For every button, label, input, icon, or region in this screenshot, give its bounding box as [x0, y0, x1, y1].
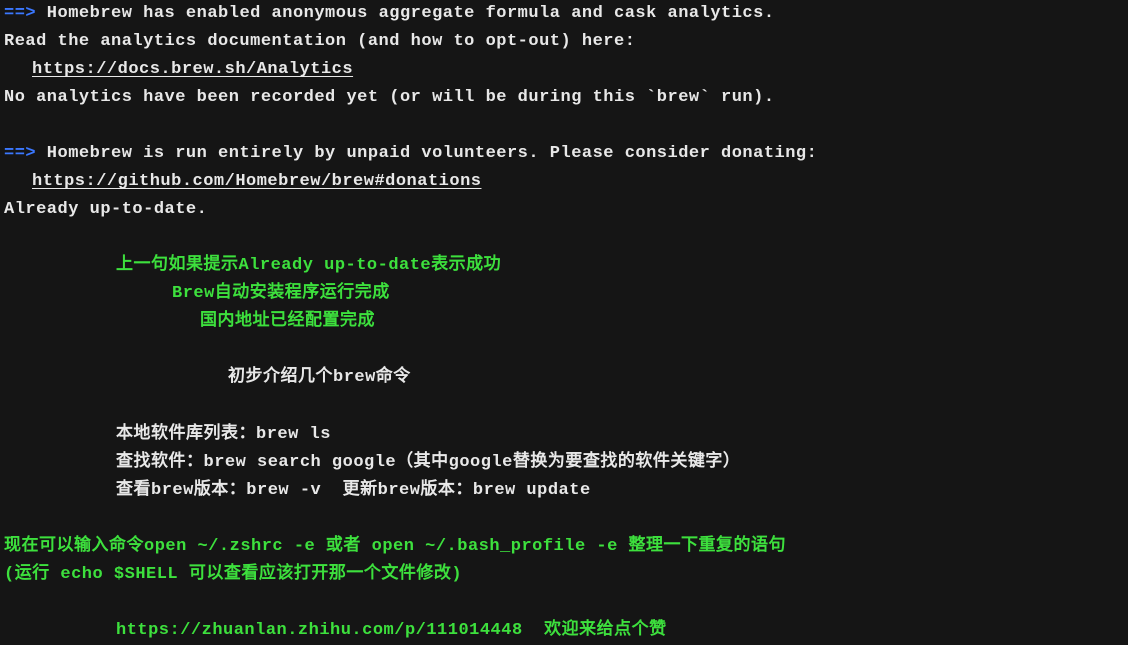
install-complete-message: Brew自动安装程序运行完成 — [4, 280, 1124, 308]
like-text: 欢迎来给点个赞 — [523, 621, 667, 640]
terminal-output: ==> Homebrew has enabled anonymous aggre… — [0, 0, 1128, 645]
output-line: ==> Homebrew is run entirely by unpaid v… — [4, 140, 1124, 168]
output-line: https://github.com/Homebrew/brew#donatio… — [4, 168, 1124, 196]
blank-line — [4, 393, 1124, 421]
blank-line — [4, 589, 1124, 617]
output-line: No analytics have been recorded yet (or … — [4, 84, 1124, 112]
brew-version-help: 查看brew版本：brew -v 更新brew版本：brew update — [4, 477, 1124, 505]
intro-commands-text: 初步介绍几个brew命令 — [4, 364, 1124, 392]
blank-line — [4, 336, 1124, 364]
output-line: https://zhuanlan.zhihu.com/p/111014448 欢… — [4, 617, 1124, 645]
analytics-docs-link[interactable]: https://docs.brew.sh/Analytics — [32, 60, 353, 79]
analytics-enabled-text: Homebrew has enabled anonymous aggregate… — [36, 4, 774, 23]
output-line: https://docs.brew.sh/Analytics — [4, 56, 1124, 84]
blank-line — [4, 505, 1124, 533]
arrow-prefix: ==> — [4, 4, 36, 23]
blank-line — [4, 112, 1124, 140]
success-message: 上一句如果提示Already up-to-date表示成功 — [4, 252, 1124, 280]
zhihu-link[interactable]: https://zhuanlan.zhihu.com/p/111014448 — [116, 621, 523, 640]
donations-link[interactable]: https://github.com/Homebrew/brew#donatio… — [32, 172, 481, 191]
output-line: Read the analytics documentation (and ho… — [4, 28, 1124, 56]
shell-tip-text: (运行 echo $SHELL 可以查看应该打开那一个文件修改) — [4, 561, 1124, 589]
brew-ls-help: 本地软件库列表：brew ls — [4, 421, 1124, 449]
already-up-to-date-text: Already up-to-date. — [4, 196, 1124, 224]
zshrc-tip-text: 现在可以输入命令open ~/.zshrc -e 或者 open ~/.bash… — [4, 533, 1124, 561]
arrow-prefix: ==> — [4, 144, 36, 163]
volunteers-text: Homebrew is run entirely by unpaid volun… — [36, 144, 817, 163]
blank-line — [4, 224, 1124, 252]
output-line: ==> Homebrew has enabled anonymous aggre… — [4, 0, 1124, 28]
brew-search-help: 查找软件：brew search google（其中google替换为要查找的软… — [4, 449, 1124, 477]
config-complete-message: 国内地址已经配置完成 — [4, 308, 1124, 336]
